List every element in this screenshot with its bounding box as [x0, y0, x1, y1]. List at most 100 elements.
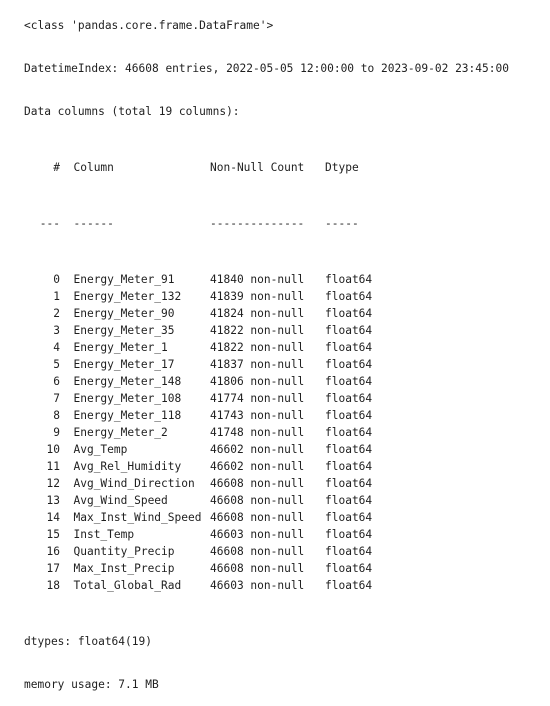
- row-dtype: float64: [325, 579, 373, 592]
- row-index: 16: [46, 545, 60, 558]
- table-row: 14 Max_Inst_Wind_Speed 46608 non-null floa…: [24, 509, 509, 526]
- row-dtype: float64: [325, 511, 373, 524]
- table-row: 5 Energy_Meter_17 41837 non-null float64: [24, 356, 509, 373]
- row-dtype: float64: [325, 324, 373, 337]
- header-dtype: Dtype: [325, 161, 359, 174]
- row-dtype: float64: [325, 273, 373, 286]
- row-dtype: float64: [325, 562, 373, 575]
- row-index: 12: [46, 477, 60, 490]
- header-column: Column: [73, 161, 114, 174]
- table-row: 12 Avg_Wind_Direction 46608 non-null float…: [24, 475, 509, 492]
- row-non-null-count: 46608 non-null: [210, 562, 305, 575]
- table-row: 4 Energy_Meter_1 41822 non-null float64: [24, 339, 509, 356]
- row-non-null-count: 41806 non-null: [210, 375, 305, 388]
- dtypes-line: dtypes: float64(19): [24, 635, 152, 648]
- row-non-null-count: 46608 non-null: [210, 477, 305, 490]
- row-column-name: Avg_Temp: [73, 443, 128, 456]
- row-non-null-count: 41822 non-null: [210, 324, 305, 337]
- row-non-null-count: 46602 non-null: [210, 443, 305, 456]
- columns-summary-line: Data columns (total 19 columns):: [24, 105, 240, 118]
- table-row: 3 Energy_Meter_35 41822 non-null float64: [24, 322, 509, 339]
- row-index: 15: [46, 528, 60, 541]
- row-dtype: float64: [325, 290, 373, 303]
- row-index: 8: [53, 409, 60, 422]
- row-non-null-count: 41743 non-null: [210, 409, 305, 422]
- row-column-name: Avg_Wind_Direction: [73, 477, 195, 490]
- row-column-name: Energy_Meter_90: [73, 307, 175, 320]
- row-non-null-count: 41837 non-null: [210, 358, 305, 371]
- header-count: Non-Null Count: [210, 161, 305, 174]
- row-index: 17: [46, 562, 60, 575]
- row-non-null-count: 46603 non-null: [210, 528, 305, 541]
- row-index: 4: [53, 341, 60, 354]
- row-column-name: Quantity_Precip: [73, 545, 175, 558]
- row-non-null-count: 41822 non-null: [210, 341, 305, 354]
- row-column-name: Energy_Meter_1: [73, 341, 168, 354]
- row-index: 0: [53, 273, 60, 286]
- row-column-name: Energy_Meter_148: [73, 375, 182, 388]
- row-non-null-count: 41824 non-null: [210, 307, 305, 320]
- table-row: 6 Energy_Meter_148 41806 non-null float64: [24, 373, 509, 390]
- row-index: 2: [53, 307, 60, 320]
- row-index: 18: [46, 579, 60, 592]
- row-non-null-count: 46608 non-null: [210, 511, 305, 524]
- row-non-null-count: 41840 non-null: [210, 273, 305, 286]
- row-index: 10: [46, 443, 60, 456]
- table-row: 17 Max_Inst_Precip 46608 non-null float64: [24, 560, 509, 577]
- row-non-null-count: 46608 non-null: [210, 494, 305, 507]
- memory-usage-line: memory usage: 7.1 MB: [24, 678, 159, 691]
- table-row: 18 Total_Global_Rad 46603 non-null float64: [24, 577, 509, 594]
- row-dtype: float64: [325, 341, 373, 354]
- table-row: 11 Avg_Rel_Humidity 46602 non-null float64: [24, 458, 509, 475]
- row-column-name: Max_Inst_Precip: [73, 562, 175, 575]
- row-column-name: Avg_Rel_Humidity: [73, 460, 182, 473]
- table-row: 16 Quantity_Precip 46608 non-null float64: [24, 543, 509, 560]
- row-column-name: Inst_Temp: [73, 528, 135, 541]
- table-header-row: # Column Non-Null Count Dtype: [24, 159, 509, 176]
- row-column-name: Total_Global_Rad: [73, 579, 182, 592]
- row-non-null-count: 41839 non-null: [210, 290, 305, 303]
- row-non-null-count: 46608 non-null: [210, 545, 305, 558]
- table-row: 1 Energy_Meter_132 41839 non-null float64: [24, 288, 509, 305]
- row-dtype: float64: [325, 358, 373, 371]
- table-row: 2 Energy_Meter_90 41824 non-null float64: [24, 305, 509, 322]
- separator-column: ------: [73, 217, 114, 230]
- row-column-name: Energy_Meter_108: [73, 392, 182, 405]
- header-num: #: [46, 161, 60, 174]
- row-column-name: Energy_Meter_118: [73, 409, 182, 422]
- table-row: 13 Avg_Wind_Speed 46608 non-null float64: [24, 492, 509, 509]
- separator-dtype: -----: [325, 217, 359, 230]
- row-dtype: float64: [325, 307, 373, 320]
- table-row: 8 Energy_Meter_118 41743 non-null float64: [24, 407, 509, 424]
- row-index: 13: [46, 494, 60, 507]
- row-dtype: float64: [325, 528, 373, 541]
- row-dtype: float64: [325, 392, 373, 405]
- row-dtype: float64: [325, 460, 373, 473]
- row-index: 6: [53, 375, 60, 388]
- row-dtype: float64: [325, 494, 373, 507]
- row-dtype: float64: [325, 477, 373, 490]
- row-dtype: float64: [325, 375, 373, 388]
- table-row: 0 Energy_Meter_91 41840 non-null float64: [24, 271, 509, 288]
- table-separator-row: --- ------ -------------- -----: [24, 215, 509, 232]
- row-non-null-count: 46602 non-null: [210, 460, 305, 473]
- row-index: 14: [46, 511, 60, 524]
- row-column-name: Energy_Meter_91: [73, 273, 175, 286]
- separator-count: --------------: [210, 217, 305, 230]
- row-index: 3: [53, 324, 60, 337]
- row-index: 7: [53, 392, 60, 405]
- row-index: 5: [53, 358, 60, 371]
- row-non-null-count: 46603 non-null: [210, 579, 305, 592]
- row-index: 11: [46, 460, 60, 473]
- row-column-name: Avg_Wind_Speed: [73, 494, 168, 507]
- dataframe-info-output: <class 'pandas.core.frame.DataFrame'> Da…: [24, 0, 509, 706]
- row-column-name: Energy_Meter_35: [73, 324, 175, 337]
- index-line: DatetimeIndex: 46608 entries, 2022-05-05…: [24, 62, 509, 75]
- row-dtype: float64: [325, 545, 373, 558]
- row-dtype: float64: [325, 409, 373, 422]
- table-row: 15 Inst_Temp 46603 non-null float64: [24, 526, 509, 543]
- table-row: 10 Avg_Temp 46602 non-null float64: [24, 441, 509, 458]
- row-dtype: float64: [325, 443, 373, 456]
- row-column-name: Energy_Meter_132: [73, 290, 182, 303]
- table-row: 7 Energy_Meter_108 41774 non-null float64: [24, 390, 509, 407]
